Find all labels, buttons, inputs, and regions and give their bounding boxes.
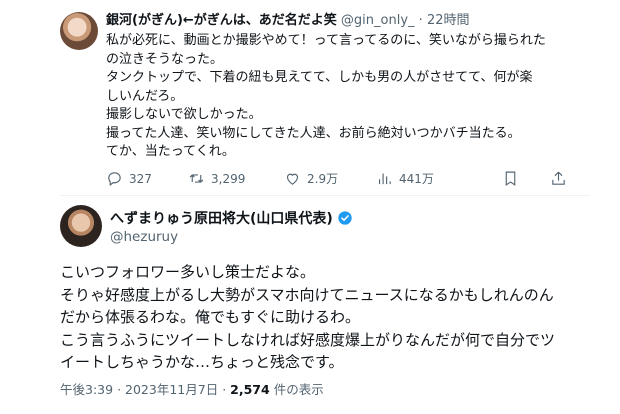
handle[interactable]: @gin_only_ xyxy=(341,13,415,28)
avatar[interactable] xyxy=(60,205,102,247)
share-button[interactable] xyxy=(550,170,567,187)
tweet-line: てか、当たってくれ。 xyxy=(106,144,235,159)
separator-dot: · xyxy=(222,382,227,397)
handle[interactable]: @hezuruy xyxy=(110,229,178,245)
tweet-line: そりゃ好感度上がるし大勢がスマホ向けてニュースになるかもしれんのん xyxy=(60,285,554,304)
view-label: 件の表示 xyxy=(273,382,324,397)
display-name[interactable]: へずまりゅう原田将大(山口県代表) xyxy=(110,208,333,228)
tweet-text: 私が必死に、動画とか撮影やめて！って言ってるのに、笑いながら撮られた の泣きそう… xyxy=(106,32,590,162)
retweet-icon xyxy=(189,174,204,183)
separator-dot: · xyxy=(117,382,122,397)
reply-icon xyxy=(108,172,121,187)
verified-badge-icon xyxy=(338,211,352,225)
tweet-text: こいつフォロワー多いし策士だよな。 そりゃ好感度上がるし大勢がスマホ向けてニュー… xyxy=(60,261,605,374)
like-icon xyxy=(286,173,299,185)
tweet-line: だから体張るわな。俺でもすぐに助けるわ。 xyxy=(60,308,361,326)
bookmark-icon xyxy=(505,171,516,186)
tweet-meta: 午後3:39 · 2023年11月7日 · 2,574 件の表示 xyxy=(60,379,324,398)
separator-dot: · xyxy=(418,13,423,28)
bookmark-button[interactable] xyxy=(502,170,519,187)
tweet-line: タンクトップで、下着の紐も見えてて、しかも男の人がさせてて、何が楽 xyxy=(106,70,533,85)
date[interactable]: 2023年11月7日 xyxy=(125,382,218,397)
tweet-line: イートしちゃうかな…ちょっと残念です。 xyxy=(60,353,344,371)
view-count: 2,574 xyxy=(230,382,270,397)
tweet-line: 撮影しないで欲しかった。 xyxy=(106,107,262,122)
tweet-header: 銀河(がぎん)←がぎんは、あだ名だよ笑 @gin_only_ · 22時間 xyxy=(106,12,590,30)
tweet-line: 撮ってた人達、笑い物にしてきた人達、お前ら絶対いつかバチ当たる。 xyxy=(106,125,521,141)
divider xyxy=(60,195,590,196)
reply-count: 327 xyxy=(129,171,152,186)
views-count: 441万 xyxy=(399,172,434,186)
like-button[interactable]: 2.9万 xyxy=(284,170,338,187)
views-button[interactable]: 441万 xyxy=(376,170,434,187)
reply-button[interactable]: 327 xyxy=(106,170,152,187)
like-count: 2.9万 xyxy=(307,172,339,186)
tweet-body: 銀河(がぎん)←がぎんは、あだ名だよ笑 @gin_only_ · 22時間 私が… xyxy=(106,12,590,162)
retweet-button[interactable]: 3,299 xyxy=(188,170,245,187)
share-icon xyxy=(552,171,565,185)
display-name[interactable]: 銀河(がぎん)←がぎんは、あだ名だよ笑 xyxy=(106,13,337,28)
tweet-line: こいつフォロワー多いし策士だよな。 xyxy=(60,263,316,281)
tweet-line: 私が必死に、動画とか撮影やめて！って言ってるのに、笑いながら撮られた xyxy=(106,33,546,48)
avatar[interactable] xyxy=(60,12,98,50)
views-icon xyxy=(378,173,391,185)
display-name-row: へずまりゅう原田将大(山口県代表) xyxy=(110,208,353,228)
timestamp[interactable]: 午後3:39 xyxy=(60,382,113,397)
timestamp[interactable]: 22時間 xyxy=(427,13,470,28)
retweet-count: 3,299 xyxy=(211,171,246,186)
tweet-line: の泣きそうなった。 xyxy=(106,51,224,67)
tweet-line: しいんだろ。 xyxy=(106,88,184,104)
tweet-line: こう言うふうにツイートしなければ好感度爆上がりなんだが何で自分でツ xyxy=(60,330,556,349)
action-bar: 327 3,299 2.9万 441万 xyxy=(106,170,576,190)
